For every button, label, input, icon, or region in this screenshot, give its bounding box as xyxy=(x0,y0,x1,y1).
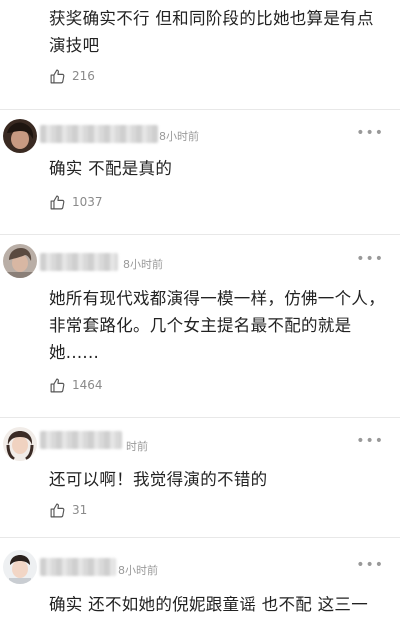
username-blurred[interactable] xyxy=(40,253,118,271)
more-options-button[interactable]: ••• xyxy=(356,125,384,141)
comment-time: 8小时前 xyxy=(159,130,199,143)
comment-feed: 获奖确实不行 但和同阶段的比她也算是有点演技吧 216 8小时前 ••• 确实 … xyxy=(0,0,400,621)
comment-time: 8小时前 xyxy=(123,258,163,271)
more-options-button[interactable]: ••• xyxy=(356,433,384,449)
username-blurred[interactable] xyxy=(40,125,158,143)
username-blurred[interactable] xyxy=(40,558,116,576)
comment-item: 时前 ••• 还可以啊！我觉得演的不错的 31 xyxy=(0,418,400,538)
like-button[interactable]: 1464 xyxy=(49,376,103,394)
like-count: 31 xyxy=(72,503,88,517)
like-count: 1464 xyxy=(72,378,103,392)
thumbs-up-icon xyxy=(49,377,66,394)
more-options-button[interactable]: ••• xyxy=(356,557,384,573)
like-button[interactable]: 216 xyxy=(49,67,95,85)
thumbs-up-icon xyxy=(49,68,66,85)
comment-item: 获奖确实不行 但和同阶段的比她也算是有点演技吧 216 xyxy=(0,0,400,110)
comment-time: 8小时前 xyxy=(118,564,158,577)
avatar[interactable] xyxy=(3,427,37,461)
avatar[interactable] xyxy=(3,244,37,278)
avatar[interactable] xyxy=(3,119,37,153)
comment-text: 获奖确实不行 但和同阶段的比她也算是有点演技吧 xyxy=(49,9,374,55)
like-count: 216 xyxy=(72,69,95,83)
comment-item: 8小时前 ••• 确实 还不如她的倪妮跟童谣 也不配 这三一 xyxy=(0,538,400,621)
comment-time: 时前 xyxy=(126,440,148,453)
username-blurred[interactable] xyxy=(40,431,122,449)
comment-text: 确实 不配是真的 xyxy=(49,159,173,178)
more-options-button[interactable]: ••• xyxy=(356,251,384,267)
avatar[interactable] xyxy=(3,550,37,584)
like-button[interactable]: 1037 xyxy=(49,193,103,211)
comment-text: 确实 还不如她的倪妮跟童谣 也不配 这三一 xyxy=(49,595,369,614)
thumbs-up-icon xyxy=(49,502,66,519)
like-count: 1037 xyxy=(72,195,103,209)
comment-item: 8小时前 ••• 她所有现代戏都演得一模一样，仿佛一个人，非常套路化。几个女主提… xyxy=(0,235,400,418)
comment-text: 还可以啊！我觉得演的不错的 xyxy=(49,470,268,489)
thumbs-up-icon xyxy=(49,194,66,211)
like-button[interactable]: 31 xyxy=(49,501,87,519)
comment-item: 8小时前 ••• 确实 不配是真的 1037 xyxy=(0,110,400,235)
comment-text: 她所有现代戏都演得一模一样，仿佛一个人，非常套路化。几个女主提名最不配的就是她.… xyxy=(49,289,385,362)
